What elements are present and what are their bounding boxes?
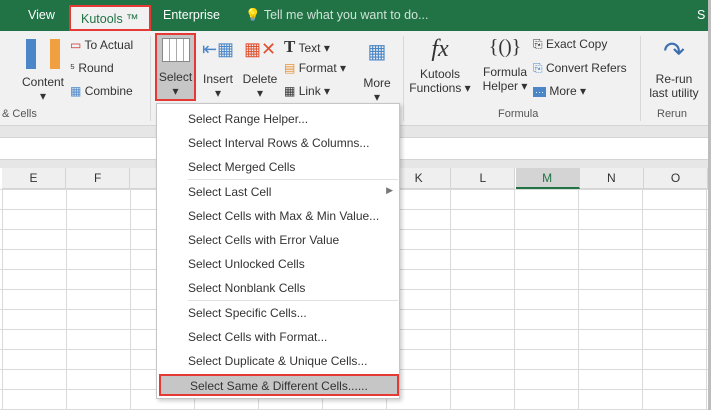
menu-item-merged-cells[interactable]: Select Merged Cells	[188, 160, 295, 174]
menu-item-interval-rows[interactable]: Select Interval Rows & Columns...	[188, 136, 369, 150]
more-formula-button[interactable]: ··· More ▾	[533, 84, 586, 98]
menu-item-duplicate-unique[interactable]: Select Duplicate & Unique Cells...	[188, 354, 367, 368]
insert-button[interactable]: ⇤▦ Insert ▾	[200, 39, 236, 100]
redo-arrow-icon: ↷	[663, 36, 685, 66]
delete-icon: ▦✕	[243, 39, 277, 59]
tab-partial[interactable]: S	[697, 8, 705, 22]
menu-item-same-different[interactable]: Select Same & Different Cells......	[159, 374, 399, 396]
link-icon: ▦	[284, 84, 296, 98]
lightbulb-icon: 💡	[245, 8, 261, 22]
column-header-l[interactable]: L	[451, 168, 516, 189]
round-icon: ⁵	[70, 61, 75, 75]
menu-item-cells-with-format[interactable]: Select Cells with Format...	[188, 330, 327, 344]
convert-icon: ⎘	[533, 61, 543, 75]
content-icon	[26, 39, 60, 69]
copy-icon: ⎘	[533, 37, 543, 51]
menu-item-max-min[interactable]: Select Cells with Max & Min Value...	[188, 209, 379, 223]
tab-enterprise[interactable]: Enterprise	[163, 8, 220, 22]
tab-view[interactable]: View	[28, 8, 55, 22]
group-label-formula: Formula	[498, 108, 539, 120]
select-dropdown-menu: Select Range Helper... Select Interval R…	[156, 103, 400, 399]
convert-refers-button[interactable]: ⎘ Convert Refers	[533, 61, 627, 76]
group-label-cells: & Cells	[2, 108, 37, 120]
select-cells-icon	[161, 38, 190, 62]
column-header-f[interactable]: F	[66, 168, 131, 189]
combine-icon: ▦	[70, 84, 82, 98]
braces-icon: {()}	[488, 36, 522, 58]
content-button[interactable]: Content ▾	[18, 39, 68, 103]
exact-copy-button[interactable]: ⎘ Exact Copy	[533, 37, 607, 52]
menu-item-nonblank[interactable]: Select Nonblank Cells	[188, 281, 305, 295]
rerun-button[interactable]: ↷ Re-run last utility	[644, 36, 704, 100]
to-actual-icon: ▭	[70, 38, 82, 52]
text-icon: T	[284, 37, 296, 56]
select-label: Select	[158, 70, 193, 84]
tell-me-text: Tell me what you want to do...	[263, 8, 429, 22]
more-edit-icon: ▦	[367, 41, 387, 63]
menu-item-last-cell[interactable]: Select Last Cell ▶	[188, 185, 393, 199]
link-button[interactable]: ▦ Link ▾	[284, 84, 330, 98]
insert-icon: ⇤▦	[201, 39, 235, 59]
menu-item-unlocked[interactable]: Select Unlocked Cells	[188, 257, 305, 271]
menu-item-specific-cells[interactable]: Select Specific Cells...	[188, 306, 307, 320]
column-header-m[interactable]: M	[515, 168, 580, 189]
menu-item-error-value[interactable]: Select Cells with Error Value	[188, 233, 339, 247]
combine-button[interactable]: ▦ Combine	[70, 84, 133, 98]
select-button[interactable]: Select ▾	[155, 33, 196, 101]
to-actual-button[interactable]: ▭ To Actual	[70, 38, 133, 52]
ribbon-tab-bar: View Kutools ™ Enterprise 💡 Tell me what…	[0, 0, 711, 31]
ellipsis-icon: ···	[533, 87, 546, 97]
format-icon: ▤	[284, 61, 296, 75]
round-button[interactable]: ⁵ Round	[70, 61, 114, 75]
tab-kutools[interactable]: Kutools ™	[69, 5, 151, 31]
menu-item-range-helper[interactable]: Select Range Helper...	[188, 112, 308, 126]
format-button[interactable]: ▤ Format ▾	[284, 61, 346, 75]
delete-button[interactable]: ▦✕ Delete ▾	[240, 39, 280, 100]
text-button[interactable]: T Text ▾	[284, 37, 330, 57]
column-header-n[interactable]: N	[579, 168, 644, 189]
more-button[interactable]: ▦ More ▾	[360, 39, 394, 104]
content-label: Content	[21, 75, 65, 89]
submenu-arrow-icon: ▶	[386, 185, 393, 195]
tell-me-search[interactable]: 💡 Tell me what you want to do...	[245, 8, 429, 23]
column-header-e[interactable]: E	[2, 168, 66, 189]
formula-helper-button[interactable]: {()} Formula Helper ▾	[480, 36, 530, 93]
group-label-rerun: Rerun	[657, 108, 687, 120]
fx-icon: fx	[431, 36, 449, 62]
column-header-o[interactable]: O	[644, 168, 708, 189]
kutools-functions-button[interactable]: fx Kutools Functions ▾	[405, 36, 475, 95]
